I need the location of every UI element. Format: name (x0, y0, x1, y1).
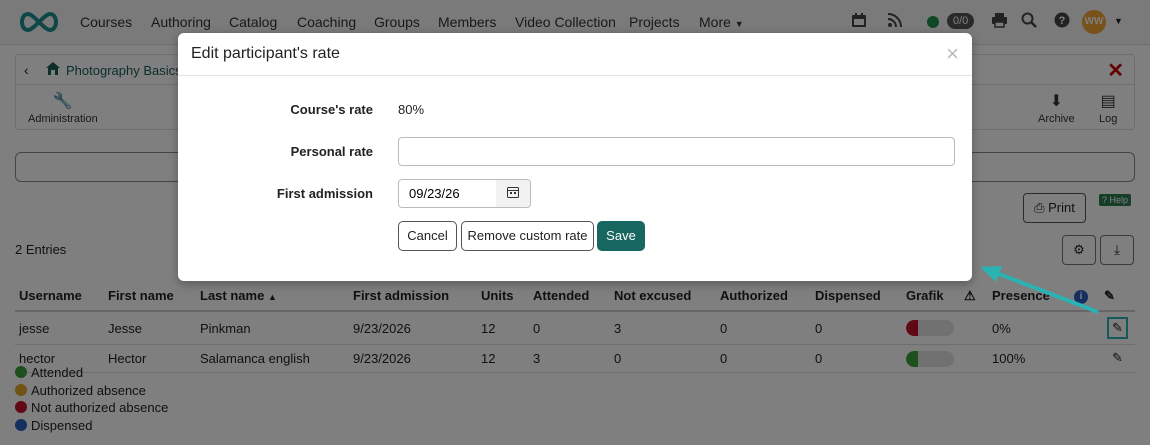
personal-rate-input[interactable] (398, 137, 955, 166)
first-admission-label: First admission (276, 186, 373, 201)
remove-custom-rate-button[interactable]: Remove custom rate (461, 221, 594, 251)
dialog-title: Edit participant's rate (191, 45, 340, 62)
edit-rate-dialog: Edit participant's rate × Course's rate … (178, 33, 972, 281)
close-icon[interactable]: × (946, 41, 959, 67)
course-rate-value: 80% (398, 102, 425, 117)
save-button[interactable]: Save (597, 221, 645, 251)
cancel-button[interactable]: Cancel (398, 221, 457, 251)
course-rate-label: Course's rate (290, 102, 373, 117)
first-admission-input[interactable] (399, 180, 497, 207)
calendar-picker-icon[interactable] (496, 180, 530, 207)
annotation-arrow-icon (980, 266, 1099, 314)
personal-rate-label: Personal rate (290, 144, 373, 159)
dialog-header: Edit participant's rate × (178, 33, 972, 76)
first-admission-date-group (398, 179, 531, 208)
